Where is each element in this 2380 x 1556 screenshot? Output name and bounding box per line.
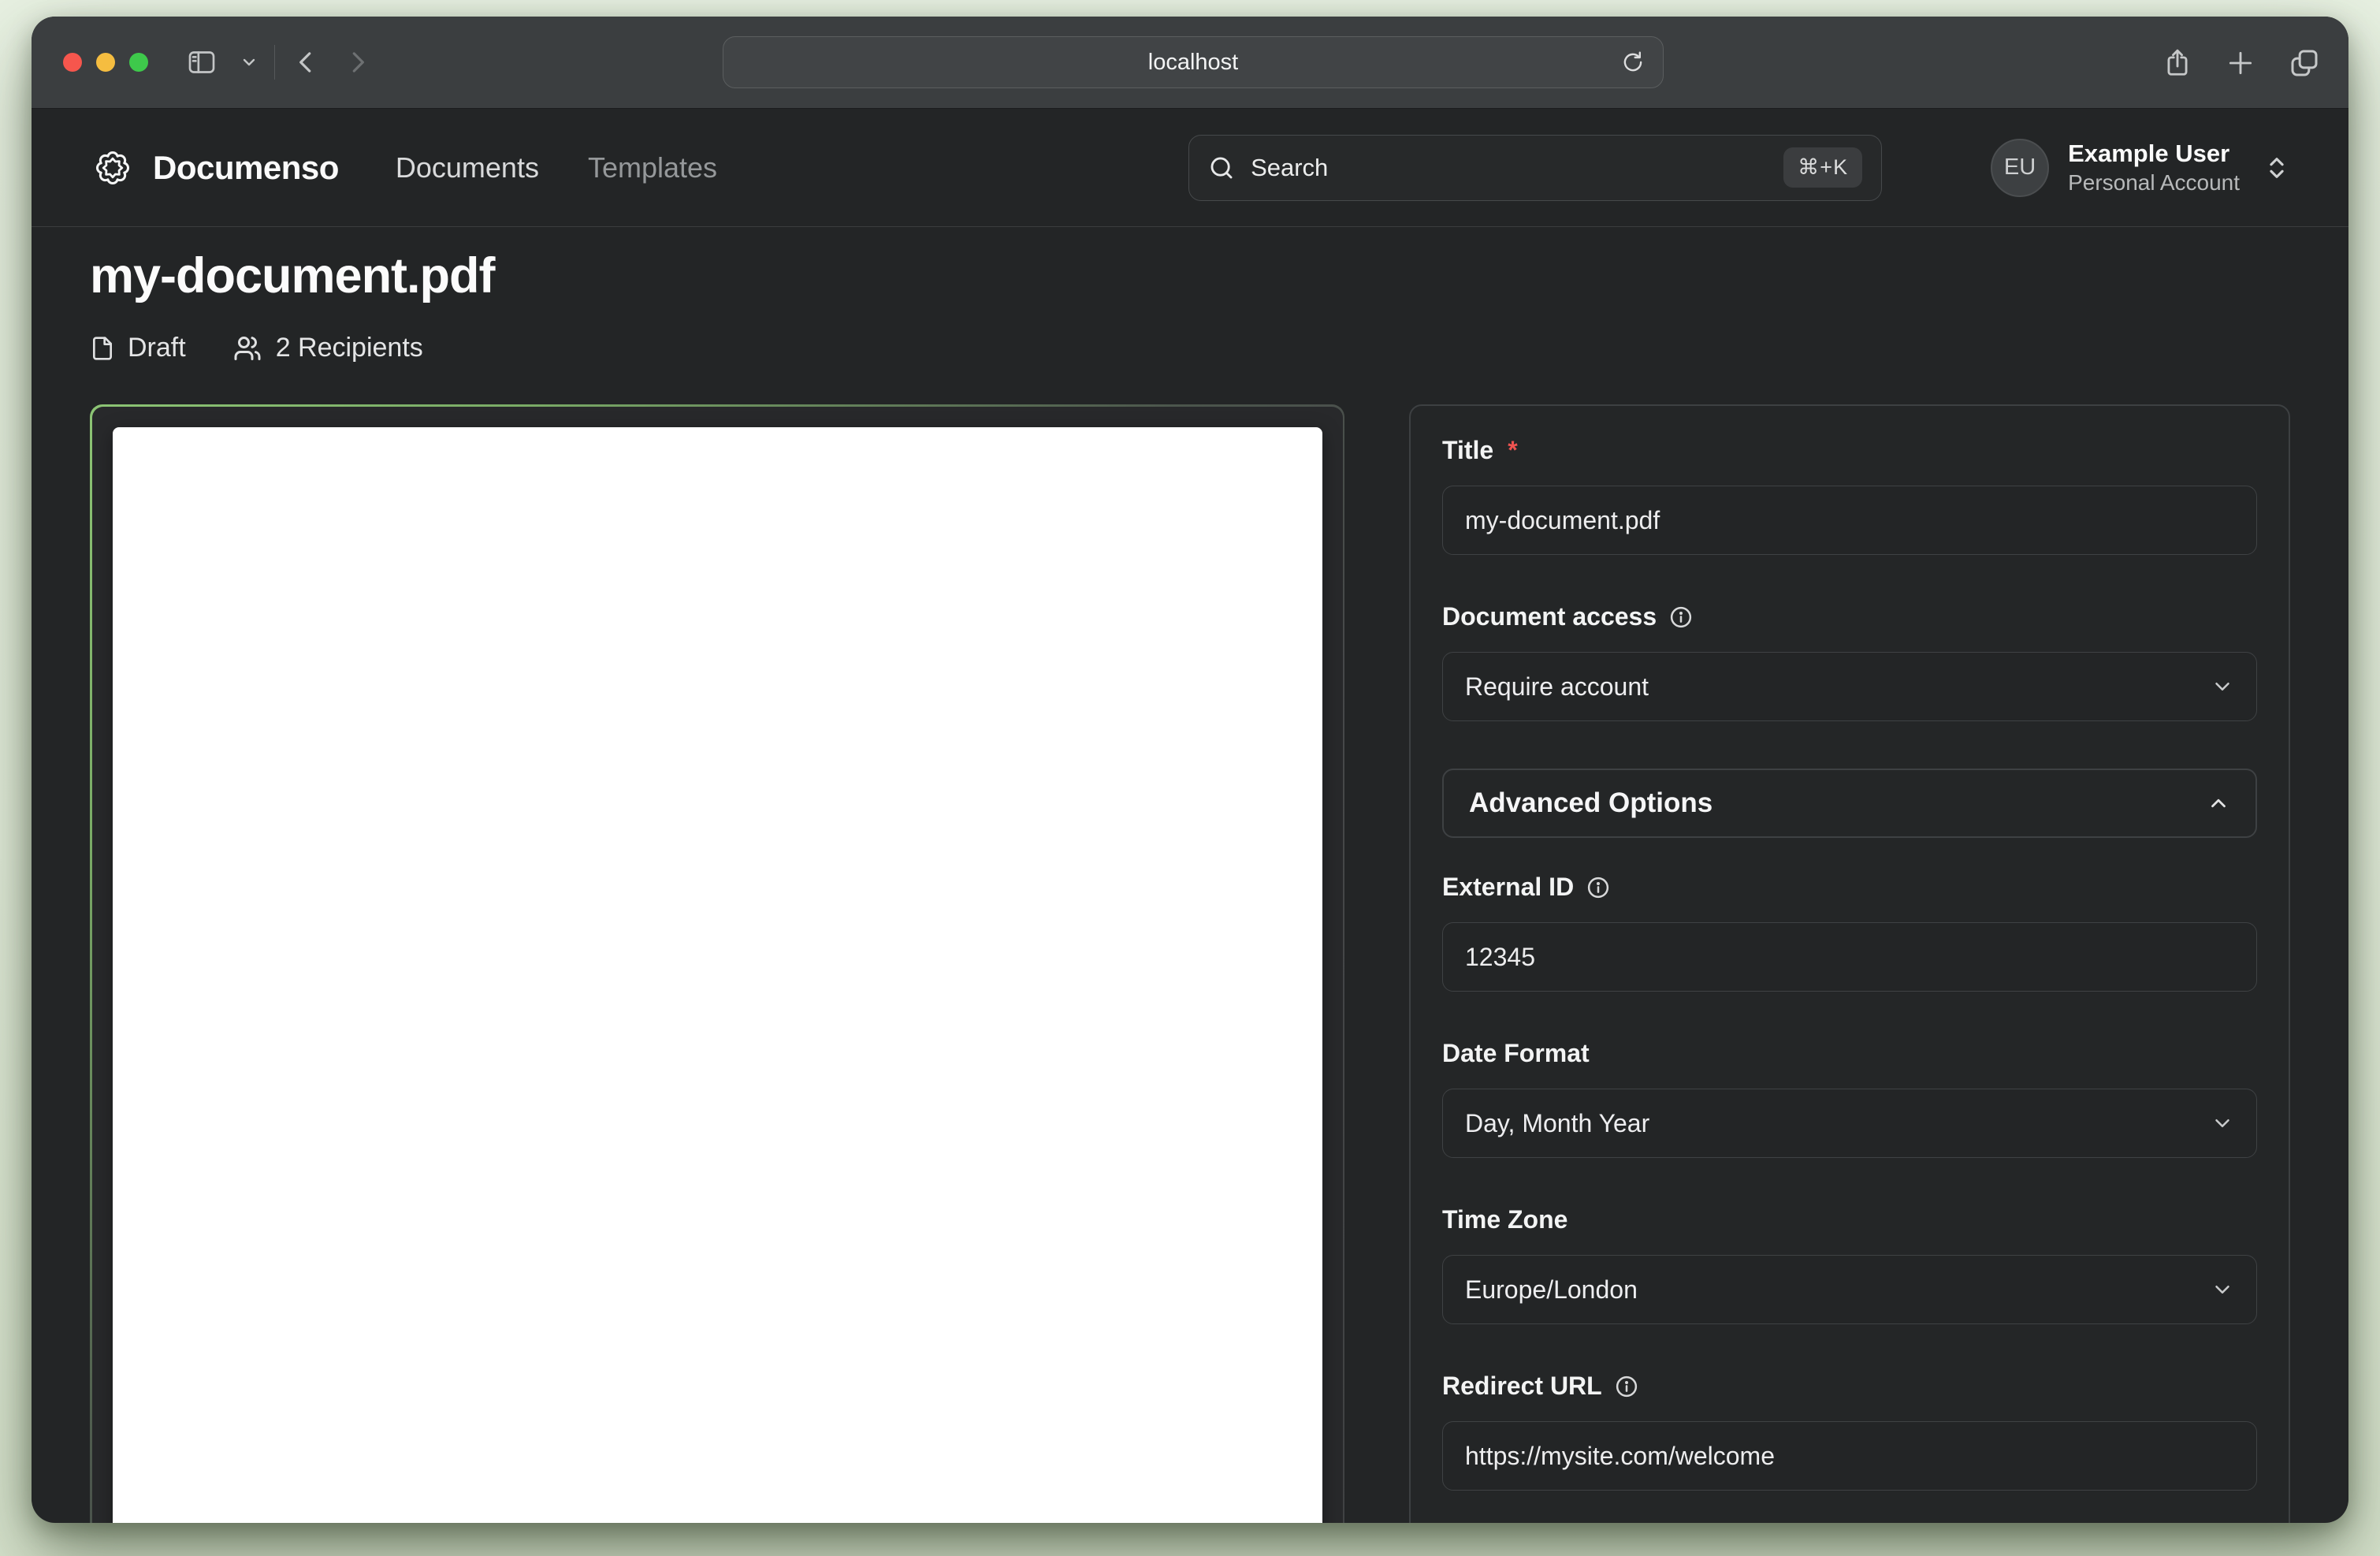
chevron-up-icon xyxy=(2207,791,2230,815)
required-asterisk: * xyxy=(1508,436,1517,465)
nav-documents[interactable]: Documents xyxy=(396,151,539,184)
title-input[interactable] xyxy=(1442,486,2257,555)
status-draft-label: Draft xyxy=(128,333,186,363)
tab-overview-icon[interactable] xyxy=(2289,47,2320,79)
global-search[interactable]: Search ⌘+K xyxy=(1188,135,1882,201)
account-name: Example User xyxy=(2068,139,2240,169)
search-shortcut-badge: ⌘+K xyxy=(1783,147,1862,188)
page-title: my-document.pdf xyxy=(90,248,2290,304)
forward-button[interactable] xyxy=(332,47,384,77)
browser-titlebar: localhost xyxy=(32,17,2348,109)
document-access-label: Document access xyxy=(1442,602,2257,631)
date-format-label: Date Format xyxy=(1442,1039,2257,1068)
redirect-url-label: Redirect URL xyxy=(1442,1372,2257,1401)
minimize-window-button[interactable] xyxy=(96,53,115,72)
info-icon[interactable] xyxy=(1615,1375,1638,1398)
share-icon[interactable] xyxy=(2162,48,2192,78)
nav-templates[interactable]: Templates xyxy=(588,151,717,184)
document-access-select[interactable]: Require account xyxy=(1442,652,2257,721)
sidebar-chevron-icon[interactable] xyxy=(229,53,270,72)
reload-icon[interactable] xyxy=(1620,50,1646,75)
search-icon xyxy=(1208,154,1235,181)
browser-window: localhost xyxy=(32,17,2348,1523)
close-window-button[interactable] xyxy=(63,53,82,72)
external-id-input[interactable] xyxy=(1442,922,2257,992)
main-nav: Documents Templates xyxy=(396,151,717,184)
date-format-select[interactable]: Day, Month Year xyxy=(1442,1089,2257,1158)
titlebar-divider xyxy=(274,45,275,80)
brand-wordmark: Documenso xyxy=(153,149,339,187)
chevron-down-icon xyxy=(2211,1278,2234,1301)
redirect-url-input[interactable] xyxy=(1442,1421,2257,1491)
status-recipients-label: 2 Recipients xyxy=(276,333,423,363)
status-draft: Draft xyxy=(90,333,186,363)
back-button[interactable] xyxy=(280,47,332,77)
time-zone-label: Time Zone xyxy=(1442,1205,2257,1234)
avatar: EU xyxy=(1991,139,2049,197)
title-label: Title* xyxy=(1442,436,2257,465)
users-icon xyxy=(232,334,263,363)
documenso-logo-icon xyxy=(90,145,136,191)
app-header: Documenso Documents Templates Search ⌘+K… xyxy=(32,109,2348,227)
advanced-options-toggle[interactable]: Advanced Options xyxy=(1442,769,2257,838)
document-edit-page: my-document.pdf Draft 2 Recipients xyxy=(32,248,2348,1523)
pdf-page xyxy=(113,427,1322,1524)
zoom-window-button[interactable] xyxy=(129,53,148,72)
info-icon[interactable] xyxy=(1586,876,1610,899)
account-menu[interactable]: EU Example User Personal Account xyxy=(1991,139,2290,197)
sidebar-toggle-icon[interactable] xyxy=(175,47,229,78)
brand[interactable]: Documenso xyxy=(90,145,339,191)
document-settings-panel: Title* Document access Require account xyxy=(1409,404,2290,1523)
status-row: Draft 2 Recipients xyxy=(90,333,2290,363)
account-type: Personal Account xyxy=(2068,169,2240,196)
info-icon[interactable] xyxy=(1669,605,1693,629)
external-id-label: External ID xyxy=(1442,873,2257,902)
time-zone-select[interactable]: Europe/London xyxy=(1442,1255,2257,1324)
chevron-down-icon xyxy=(2211,675,2234,698)
traffic-lights xyxy=(63,53,148,72)
address-bar-url: localhost xyxy=(1148,50,1238,76)
chevrons-up-down-icon xyxy=(2263,154,2290,181)
file-icon xyxy=(90,336,115,361)
document-preview-card xyxy=(90,404,1344,1523)
address-bar[interactable]: localhost xyxy=(723,36,1664,88)
new-tab-icon[interactable] xyxy=(2226,48,2255,78)
search-placeholder: Search xyxy=(1251,154,1328,182)
chevron-down-icon xyxy=(2211,1111,2234,1135)
status-recipients: 2 Recipients xyxy=(232,333,423,363)
